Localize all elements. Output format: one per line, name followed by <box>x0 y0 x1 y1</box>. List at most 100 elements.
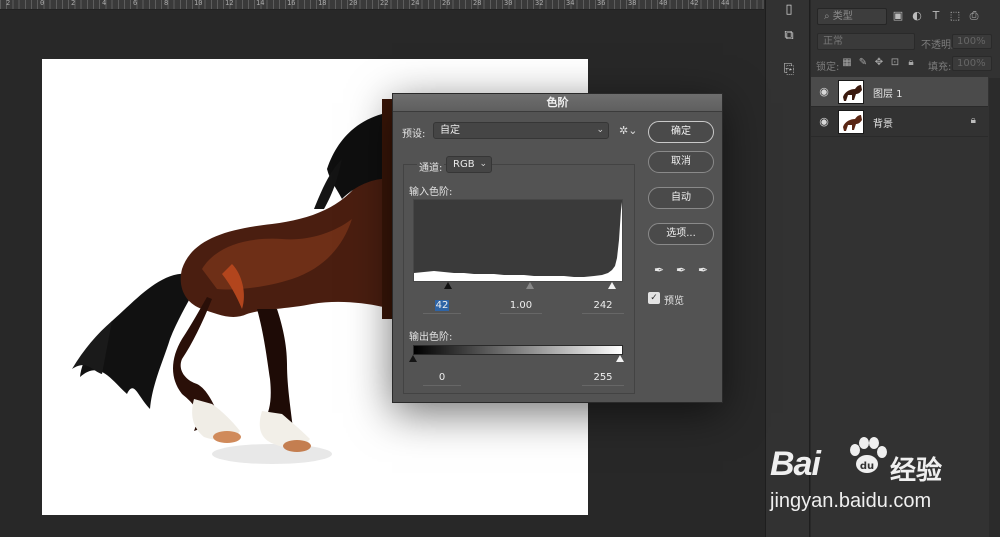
cancel-button[interactable]: 取消 <box>648 151 714 173</box>
ruler-label: 44 <box>721 0 730 7</box>
paths-panel-icon[interactable]: ⎘ <box>779 60 799 80</box>
visibility-eye-icon[interactable]: ◉ <box>817 115 831 129</box>
layer-row-background[interactable]: ◉ 背景 🔒︎ <box>811 107 988 137</box>
ok-button[interactable]: 确定 <box>648 121 714 143</box>
lock-transparency-icon[interactable]: ▦ <box>841 57 853 69</box>
preset-value: 自定 <box>440 125 460 136</box>
input-white-value: 242 <box>593 300 613 311</box>
output-gradient-bar <box>413 345 623 355</box>
paw-logo-icon: du <box>850 437 887 473</box>
blend-mode-label: 正常 <box>823 36 843 47</box>
watermark-brand-cn: 经验 <box>890 456 943 486</box>
output-levels-label: 输出色阶: <box>409 332 453 343</box>
blend-mode-select[interactable]: 正常 <box>817 33 915 50</box>
input-white-point-handle[interactable] <box>608 282 617 289</box>
ruler-label: 20 <box>349 0 358 7</box>
white-eyedropper-icon[interactable]: ✒ <box>696 263 710 277</box>
auto-button[interactable]: 自动 <box>648 187 714 209</box>
ruler-label: 38 <box>628 0 637 7</box>
ruler-label: 4 <box>102 0 107 7</box>
smart-object-filter-icon[interactable]: ⎙ <box>967 9 981 23</box>
lock-move-icon[interactable]: ✥ <box>873 57 885 69</box>
preview-checkbox[interactable]: ✓ <box>648 292 660 304</box>
dialog-title: 色阶 <box>393 94 722 112</box>
channel-label: 通道: <box>417 159 445 174</box>
ruler-label: 34 <box>566 0 575 7</box>
output-black-value: 0 <box>438 372 446 383</box>
input-levels-slider[interactable] <box>413 282 623 291</box>
input-gamma-field[interactable]: 1.00 <box>500 298 542 314</box>
channel-value: RGB <box>453 159 475 170</box>
ruler-label: 8 <box>164 0 169 7</box>
output-black-field[interactable]: 0 <box>423 370 461 386</box>
ruler-label: 42 <box>690 0 699 7</box>
input-gamma-value: 1.00 <box>509 300 533 311</box>
ruler-label: 6 <box>133 0 138 7</box>
ruler-label: 10 <box>194 0 203 7</box>
output-black-point-handle[interactable] <box>409 355 417 362</box>
lock-paint-icon[interactable]: ✎ <box>857 57 869 69</box>
ruler-label: 28 <box>473 0 482 7</box>
pixel-filter-icon[interactable]: ▣ <box>891 9 905 23</box>
preset-options-gear-icon[interactable]: ✲⌄ <box>619 123 637 139</box>
preset-label: 预设: <box>402 129 426 140</box>
ruler-label: 2 <box>71 0 76 7</box>
ruler-label: 30 <box>504 0 513 7</box>
channel-select[interactable]: RGB ⌄ <box>446 156 492 173</box>
ruler-label: 18 <box>318 0 327 7</box>
output-levels-slider[interactable] <box>409 355 624 364</box>
watermark-brand-latin: Bai <box>770 445 821 483</box>
histogram <box>413 199 623 282</box>
input-white-field[interactable]: 242 <box>582 298 624 314</box>
ruler-label: 32 <box>535 0 544 7</box>
layer-thumbnail <box>838 110 864 134</box>
ruler-label: 14 <box>256 0 265 7</box>
input-gamma-handle[interactable] <box>525 282 534 289</box>
ruler-label: 24 <box>411 0 420 7</box>
levels-dialog: 色阶 预设: 自定 ⌄ ✲⌄ 确定 取消 自动 选项... ✒ ✒ ✒ ✓ 预览… <box>392 93 723 403</box>
preset-select[interactable]: 自定 ⌄ <box>433 122 609 139</box>
layer-filter-label: 类型 <box>832 11 853 22</box>
ruler-label: 16 <box>287 0 296 7</box>
ruler-label: 36 <box>597 0 606 7</box>
layer-filter-select[interactable]: ⌕ 类型 <box>817 8 887 25</box>
gray-eyedropper-icon[interactable]: ✒ <box>674 263 688 277</box>
horizontal-ruler: 2 0 2 4 6 8 10 12 14 16 18 20 22 24 26 2… <box>0 0 764 10</box>
chevron-down-icon: ⌄ <box>479 159 487 169</box>
layer-row-layer1[interactable]: ◉ 图层 1 <box>811 77 988 107</box>
ruler-label: 0 <box>40 0 45 7</box>
shape-filter-icon[interactable]: ⬚ <box>948 9 962 23</box>
chevron-down-icon: ⌄ <box>596 125 604 135</box>
ruler-label: 2 <box>6 0 11 7</box>
fill-label: 填充: <box>928 62 952 73</box>
watermark-url: jingyan.baidu.com <box>770 490 932 512</box>
layer-thumbnail <box>838 80 864 104</box>
input-black-field[interactable]: 42 <box>423 298 461 314</box>
adjustment-filter-icon[interactable]: ◐ <box>910 9 924 23</box>
layer-name: 图层 1 <box>873 89 903 100</box>
adjustments-panel-icon[interactable]: ⧉ <box>779 26 799 46</box>
lock-artboard-icon[interactable]: ⊡ <box>889 57 901 69</box>
layer-name: 背景 <box>873 119 893 130</box>
history-panel-icon[interactable]: ▯ <box>779 0 799 20</box>
lock-all-icon[interactable]: 🔒︎ <box>905 57 917 69</box>
fill-value: 100% <box>957 58 986 69</box>
output-white-value: 255 <box>593 372 613 383</box>
output-white-point-handle[interactable] <box>616 355 624 362</box>
ruler-label: 40 <box>659 0 668 7</box>
visibility-eye-icon[interactable]: ◉ <box>817 85 831 99</box>
output-white-field[interactable]: 255 <box>582 370 624 386</box>
lock-label: 锁定: <box>816 62 840 73</box>
layer-lock-icon: 🔒︎ <box>970 115 976 126</box>
ruler-label: 12 <box>225 0 234 7</box>
type-filter-icon[interactable]: T <box>929 9 943 23</box>
baidu-jingyan-watermark: Bai du 经验 jingyan.baidu.com <box>768 430 1000 530</box>
ruler-label: 26 <box>442 0 451 7</box>
options-button[interactable]: 选项... <box>648 223 714 245</box>
opacity-value: 100% <box>957 36 986 47</box>
input-levels-label: 输入色阶: <box>409 187 453 198</box>
opacity-field[interactable]: 100% <box>952 34 992 49</box>
input-black-point-handle[interactable] <box>443 282 452 289</box>
fill-field[interactable]: 100% <box>952 56 992 71</box>
black-eyedropper-icon[interactable]: ✒ <box>652 263 666 277</box>
